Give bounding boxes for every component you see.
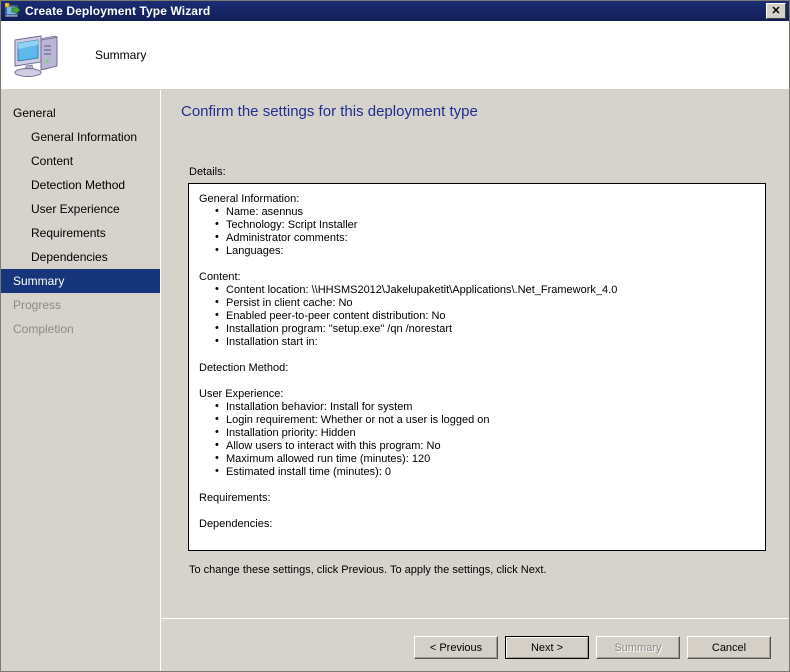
section-item-list: Installation behavior: Install for syste… bbox=[199, 401, 755, 479]
details-label: Details: bbox=[189, 166, 226, 178]
list-item: Persist in client cache: No bbox=[215, 297, 755, 310]
title-bar: Create Deployment Type Wizard ✕ bbox=[1, 1, 790, 21]
list-item: Installation priority: Hidden bbox=[215, 427, 755, 440]
section-requirements: Requirements: bbox=[199, 492, 755, 505]
section-user-experience: User Experience: Installation behavior: … bbox=[199, 388, 755, 479]
list-item: Technology: Script Installer bbox=[215, 219, 755, 232]
section-gap bbox=[199, 505, 755, 518]
sidebar-item-requirements[interactable]: Requirements bbox=[1, 221, 160, 245]
section-title: Requirements: bbox=[199, 492, 755, 505]
section-title: Dependencies: bbox=[199, 518, 755, 531]
details-content: General Information: Name: asennus Techn… bbox=[189, 184, 765, 531]
page-title: Confirm the settings for this deployment… bbox=[181, 103, 478, 120]
summary-button: Summary bbox=[596, 636, 680, 659]
computer-icon bbox=[11, 32, 63, 78]
deployment-type-icon bbox=[5, 3, 21, 19]
details-panel[interactable]: General Information: Name: asennus Techn… bbox=[188, 183, 766, 551]
list-item: Installation start in: bbox=[215, 336, 755, 349]
section-gap bbox=[199, 349, 755, 362]
list-item: Content location: \\HHSMS2012\Jakelupake… bbox=[215, 284, 755, 297]
list-item: Estimated install time (minutes): 0 bbox=[215, 466, 755, 479]
sidebar-item-completion: Completion bbox=[1, 317, 160, 341]
section-title: Content: bbox=[199, 271, 755, 284]
section-detection-method: Detection Method: bbox=[199, 362, 755, 375]
header-title: Summary bbox=[95, 48, 146, 62]
section-gap bbox=[199, 479, 755, 492]
wizard-content: Confirm the settings for this deployment… bbox=[161, 90, 789, 618]
sidebar-item-general[interactable]: General bbox=[1, 101, 160, 125]
section-gap bbox=[199, 375, 755, 388]
sidebar-item-content[interactable]: Content bbox=[1, 149, 160, 173]
section-gap bbox=[199, 258, 755, 271]
sidebar-item-general-information[interactable]: General Information bbox=[1, 125, 160, 149]
sidebar-item-detection-method[interactable]: Detection Method bbox=[1, 173, 160, 197]
cancel-button[interactable]: Cancel bbox=[687, 636, 771, 659]
list-item: Installation behavior: Install for syste… bbox=[215, 401, 755, 414]
sidebar-item-user-experience[interactable]: User Experience bbox=[1, 197, 160, 221]
list-item: Languages: bbox=[215, 245, 755, 258]
close-button[interactable]: ✕ bbox=[766, 3, 786, 19]
section-title: Detection Method: bbox=[199, 362, 755, 375]
list-item: Administrator comments: bbox=[215, 232, 755, 245]
list-item: Login requirement: Whether or not a user… bbox=[215, 414, 755, 427]
wizard-sidebar: General General Information Content Dete… bbox=[1, 90, 160, 672]
section-dependencies: Dependencies: bbox=[199, 518, 755, 531]
section-general-information: General Information: Name: asennus Techn… bbox=[199, 193, 755, 258]
section-title: User Experience: bbox=[199, 388, 755, 401]
section-item-list: Content location: \\HHSMS2012\Jakelupake… bbox=[199, 284, 755, 349]
close-icon: ✕ bbox=[771, 6, 780, 17]
previous-button[interactable]: < Previous bbox=[414, 636, 498, 659]
button-bar: < Previous Next > Summary Cancel bbox=[161, 619, 789, 672]
next-button[interactable]: Next > bbox=[505, 636, 589, 659]
footnote-text: To change these settings, click Previous… bbox=[189, 564, 546, 576]
window-title: Create Deployment Type Wizard bbox=[25, 1, 210, 21]
section-item-list: Name: asennus Technology: Script Install… bbox=[199, 206, 755, 258]
list-item: Name: asennus bbox=[215, 206, 755, 219]
sidebar-item-summary[interactable]: Summary bbox=[1, 269, 160, 293]
sidebar-item-progress: Progress bbox=[1, 293, 160, 317]
list-item: Allow users to interact with this progra… bbox=[215, 440, 755, 453]
section-title: General Information: bbox=[199, 193, 755, 206]
list-item: Maximum allowed run time (minutes): 120 bbox=[215, 453, 755, 466]
sidebar-item-dependencies[interactable]: Dependencies bbox=[1, 245, 160, 269]
wizard-window: Create Deployment Type Wizard ✕ bbox=[0, 0, 790, 672]
list-item: Enabled peer-to-peer content distributio… bbox=[215, 310, 755, 323]
section-content: Content: Content location: \\HHSMS2012\J… bbox=[199, 271, 755, 349]
list-item: Installation program: "setup.exe" /qn /n… bbox=[215, 323, 755, 336]
wizard-header: Summary bbox=[1, 21, 789, 89]
